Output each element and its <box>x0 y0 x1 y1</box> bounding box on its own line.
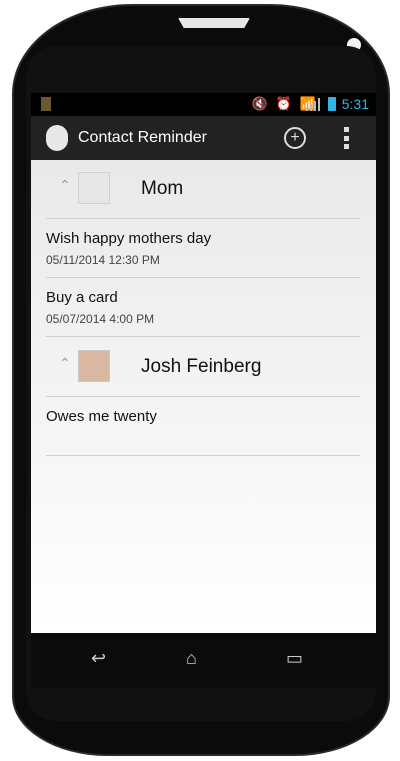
overflow-menu-button[interactable] <box>344 127 350 149</box>
battery-icon <box>328 97 336 111</box>
status-bar: 🔇 ⏰ 📶 5:31 <box>31 93 376 116</box>
overflow-menu-icon <box>344 135 349 141</box>
phone-speaker <box>178 18 250 28</box>
list-item[interactable]: Wish happy mothers day 05/11/2014 12:30 … <box>46 219 360 278</box>
contact-name: Mom <box>141 178 184 199</box>
app-icon <box>46 125 68 151</box>
reminder-title: Owes me twenty <box>46 408 157 425</box>
overflow-menu-icon <box>344 127 349 132</box>
recent-apps-button[interactable]: ▭ <box>286 648 303 669</box>
reminder-title: Wish happy mothers day <box>46 230 212 247</box>
overflow-menu-icon <box>344 144 349 149</box>
sd-card-icon <box>41 97 51 111</box>
reminder-title: Buy a card <box>46 289 118 306</box>
list-item[interactable]: Buy a card 05/07/2014 4:00 PM <box>46 278 360 337</box>
home-button[interactable]: ⌂ <box>186 648 197 669</box>
contact-name: Josh Feinberg <box>141 356 262 377</box>
chevron-up-icon[interactable]: ⌃ <box>59 355 71 372</box>
screen: 🔇 ⏰ 📶 5:31 Contact Reminder + ⌃ Mom Wish… <box>31 93 376 633</box>
reminder-datetime: 05/07/2014 4:00 PM <box>46 312 155 326</box>
navigation-bar: ↩ ⌂ ▭ <box>31 633 376 688</box>
home-icon: ⌂ <box>186 648 197 668</box>
app-title: Contact Reminder <box>78 129 207 146</box>
list-item[interactable]: Owes me twenty <box>46 397 360 456</box>
avatar <box>78 172 110 204</box>
recent-apps-icon: ▭ <box>286 648 304 668</box>
signal-icon <box>306 98 320 111</box>
contact-header[interactable]: ⌃ Josh Feinberg <box>46 338 360 397</box>
chevron-up-icon[interactable]: ⌃ <box>59 177 71 194</box>
reminder-datetime: 05/11/2014 12:30 PM <box>46 253 160 267</box>
contact-header[interactable]: ⌃ Mom <box>46 160 360 219</box>
mute-icon: 🔇 <box>251 96 268 111</box>
back-button[interactable]: ↩ <box>91 648 106 669</box>
reminder-list: ⌃ Mom Wish happy mothers day 05/11/2014 … <box>31 160 376 633</box>
back-icon: ↩ <box>91 648 107 668</box>
status-time: 5:31 <box>341 96 369 112</box>
alarm-icon: ⏰ <box>275 96 292 111</box>
action-bar: Contact Reminder + <box>31 116 376 160</box>
avatar <box>78 350 110 382</box>
add-reminder-button[interactable]: + <box>284 127 306 149</box>
